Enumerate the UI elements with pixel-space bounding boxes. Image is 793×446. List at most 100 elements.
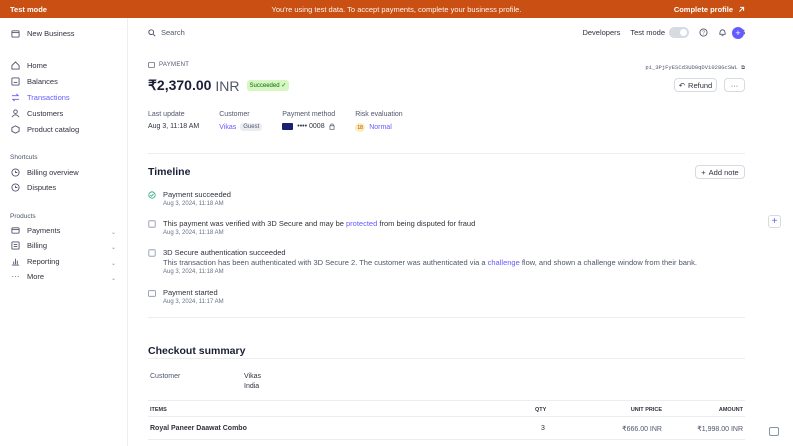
billing-icon (11, 241, 20, 250)
complete-profile-link[interactable]: Complete profile (674, 5, 745, 14)
card-icon (148, 62, 155, 68)
meta-label: Customer (219, 111, 250, 118)
sidebar-item-label: Balances (27, 77, 58, 86)
sidebar-item-more[interactable]: ··· More (11, 272, 45, 281)
more-actions-button[interactable]: ··· (724, 78, 745, 92)
shortcuts-heading: Shortcuts (10, 154, 38, 161)
sidebar-item-label: Product catalog (27, 125, 80, 134)
guest-badge: Guest (240, 123, 263, 131)
sidebar-item-billing[interactable]: Billing (11, 241, 47, 250)
panel-toggle-icon[interactable] (769, 427, 779, 436)
copy-icon[interactable]: ⧉ (741, 64, 745, 71)
top-bar-actions: Developers Test mode ? (582, 27, 746, 38)
event-title: This payment was verified with 3D Secure… (163, 219, 475, 228)
developers-link[interactable]: Developers (582, 28, 620, 37)
undo-icon: ↶ (678, 80, 686, 90)
payment-id-text: pi_3PjFyESCd3UD0qDV1028GcSWL (645, 64, 738, 71)
test-mode-toggle[interactable] (669, 27, 689, 38)
item-unit-price: ₹666.00 INR (622, 426, 662, 433)
product-icon (11, 125, 20, 134)
sidebar: New Business Home Balances Transactions … (0, 18, 128, 446)
payment-id[interactable]: pi_3PjFyESCd3UD0qDV1028GcSWL ⧉ (645, 64, 745, 72)
chevron-down-icon[interactable]: ⌄ (111, 244, 116, 251)
create-button[interactable]: + (732, 27, 744, 39)
chevron-down-icon[interactable]: ⌄ (111, 275, 116, 282)
item-qty: 3 (541, 425, 545, 432)
customer-link[interactable]: Vikas (219, 124, 236, 131)
add-note-button[interactable]: + Add note (695, 165, 745, 179)
sidebar-item-disputes[interactable]: Disputes (11, 183, 56, 192)
divider (148, 153, 745, 154)
event-date: Aug 3, 2024, 11:18 AM (163, 230, 224, 236)
sidebar-item-balances[interactable]: Balances (11, 77, 58, 86)
risk-link[interactable]: Normal (369, 124, 392, 131)
check-circle-icon (148, 191, 156, 199)
meta-customer: Customer Vikas Guest (219, 111, 263, 132)
card-icon (148, 289, 156, 297)
side-panel-add-button[interactable]: + (768, 215, 781, 228)
sidebar-item-label: Billing (27, 241, 48, 250)
meta-value: Aug 3, 11:18 AM (148, 123, 200, 130)
meta-customer-value: Vikas Guest (219, 123, 263, 131)
balances-icon (11, 77, 20, 86)
account-switcher[interactable]: New Business (11, 29, 75, 38)
sidebar-item-home[interactable]: Home (11, 61, 47, 70)
checkout-customer-country: India (244, 383, 260, 390)
sidebar-item-product-catalog[interactable]: Product catalog (11, 125, 79, 134)
more-icon: ··· (730, 80, 739, 90)
col-header-unit-price: UNIT PRICE (630, 407, 662, 413)
sidebar-item-transactions[interactable]: Transactions (11, 93, 70, 102)
transactions-icon (11, 93, 20, 102)
products-heading: Products (10, 213, 36, 220)
search-placeholder: Search (161, 28, 185, 37)
help-icon[interactable]: ? (699, 28, 708, 37)
event-title: Payment started (163, 288, 218, 297)
chevron-down-icon[interactable]: ⌄ (111, 229, 116, 236)
sidebar-item-reporting[interactable]: Reporting (11, 257, 60, 266)
sidebar-item-label: More (27, 272, 45, 281)
svg-text:?: ? (702, 31, 705, 37)
card-icon (11, 226, 20, 235)
checkout-title: Checkout summary (148, 345, 246, 357)
meta-risk: Risk evaluation 18 Normal (355, 111, 403, 132)
refund-label: Refund (688, 80, 713, 90)
meta-label: Payment method (282, 111, 336, 118)
search-input[interactable]: Search (148, 28, 185, 37)
sidebar-item-payments[interactable]: Payments (11, 226, 60, 235)
bell-icon[interactable] (718, 28, 727, 37)
event-title: Payment succeeded (163, 190, 231, 199)
challenge-link[interactable]: challenge (488, 258, 520, 267)
col-header-items: ITEMS (150, 407, 167, 413)
test-mode-banner: Test mode You're using test data. To acc… (0, 0, 793, 18)
event-description: This transaction has been authenticated … (163, 258, 697, 267)
clock-icon (11, 183, 20, 192)
divider (148, 416, 745, 417)
clock-icon (11, 168, 20, 177)
item-amount: ₹1,998.00 INR (697, 426, 743, 433)
protected-link[interactable]: protected (346, 219, 377, 228)
store-icon (11, 29, 20, 38)
visa-icon (282, 123, 294, 130)
chevron-down-icon[interactable]: ⌄ (111, 260, 116, 267)
amount-currency: INR (215, 77, 240, 94)
event-text: from being disputed for fraud (377, 219, 476, 228)
customers-icon (11, 109, 20, 118)
sidebar-item-label: Payments (27, 226, 61, 235)
event-date: Aug 3, 2024, 11:18 AM (163, 201, 224, 207)
event-date: Aug 3, 2024, 11:17 AM (163, 299, 224, 305)
refund-button[interactable]: ↶ Refund (674, 78, 717, 92)
payment-meta: Last update Aug 3, 11:18 AM Customer Vik… (148, 111, 403, 132)
chart-icon (11, 257, 20, 266)
add-note-label: Add note (708, 167, 739, 177)
sidebar-item-label: Home (27, 61, 48, 70)
sidebar-item-customers[interactable]: Customers (11, 109, 63, 118)
sidebar-item-billing-overview[interactable]: Billing overview (11, 168, 79, 177)
meta-label: Risk evaluation (355, 111, 403, 118)
checkout-customer-label: Customer (150, 373, 181, 380)
payment-kicker-label: PAYMENT (159, 62, 190, 68)
test-mode-toggle-group: Test mode (630, 27, 689, 38)
top-bar: Search Developers Test mode ? (128, 18, 793, 49)
sidebar-item-label: Reporting (27, 257, 60, 266)
meta-last-update: Last update Aug 3, 11:18 AM (148, 111, 199, 132)
plus-icon: + (701, 167, 706, 177)
